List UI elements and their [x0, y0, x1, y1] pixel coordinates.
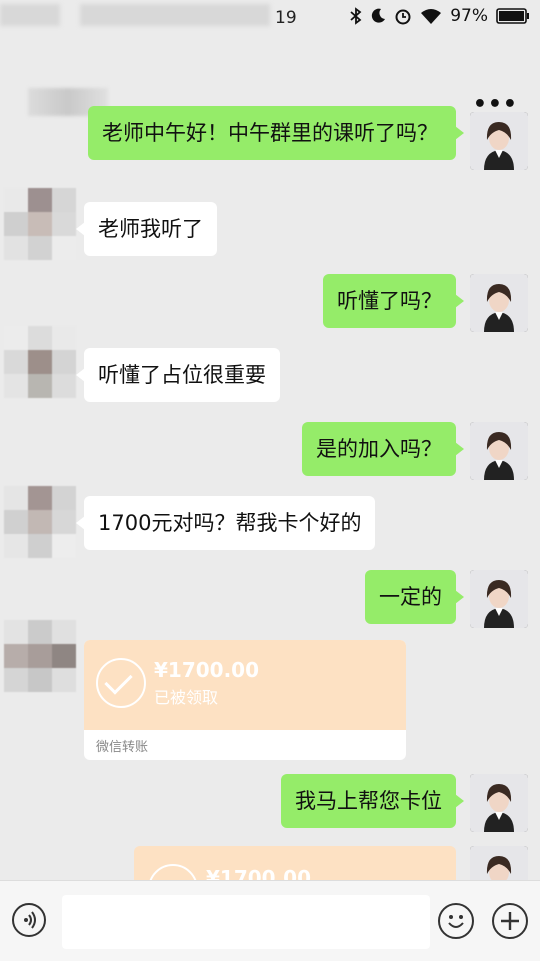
transfer-amount: ¥1700.00: [206, 866, 312, 880]
message-row: 老师中午好！中午群里的课听了吗？: [0, 106, 540, 190]
transfer-amount: ¥1700.00: [154, 658, 260, 682]
incoming-bubble: 听懂了占位很重要: [76, 348, 280, 402]
outgoing-bubble: 我马上帮您卡位: [281, 774, 464, 828]
smiley-icon: [448, 915, 464, 928]
message-row: 我马上帮您卡位: [0, 774, 540, 838]
message-input[interactable]: [62, 895, 430, 949]
blurred-carrier: [80, 4, 270, 26]
bluetooth-icon: [350, 7, 362, 25]
voice-button[interactable]: [12, 903, 46, 937]
self-avatar[interactable]: [470, 774, 528, 832]
battery-icon: [496, 8, 529, 24]
emoji-button[interactable]: [438, 903, 474, 939]
battery-percent: 97%: [450, 6, 488, 26]
message-row: 老师我听了: [0, 188, 540, 270]
message-row: 听懂了占位很重要: [0, 326, 540, 418]
transfer-card[interactable]: ¥1700.00 已被领取 微信转账: [84, 640, 406, 760]
outgoing-bubble: 是的加入吗？: [302, 422, 464, 476]
contact-avatar[interactable]: [4, 326, 76, 398]
outgoing-bubble: 听懂了吗？: [323, 274, 464, 328]
message-row: 一定的: [0, 568, 540, 632]
message-row: ¥1700.00 已被领取 微信转账: [0, 620, 540, 764]
self-avatar[interactable]: [470, 422, 528, 480]
transfer-status: 已被领取: [154, 688, 219, 707]
transfer-card-partial[interactable]: ¥1700.00: [134, 846, 456, 880]
message-row: 听懂了吗？: [0, 274, 540, 338]
outgoing-bubble: 一定的: [365, 570, 464, 624]
blurred-carrier: [0, 4, 60, 26]
contact-avatar[interactable]: [4, 620, 76, 692]
check-icon: [148, 864, 198, 880]
incoming-bubble: 老师我听了: [76, 202, 217, 256]
message-row: 是的加入吗？: [0, 420, 540, 484]
self-avatar[interactable]: [470, 112, 528, 170]
contact-avatar[interactable]: [4, 188, 76, 260]
self-avatar[interactable]: [470, 274, 528, 332]
check-icon: [96, 658, 146, 708]
message-row: ¥1700.00: [0, 846, 540, 880]
incoming-bubble: 1700元对吗？帮我卡个好的: [75, 496, 376, 550]
wifi-icon: [421, 9, 442, 24]
status-icons: 97%: [350, 6, 530, 26]
chat-header: •••: [0, 36, 540, 117]
voice-icon: [24, 911, 36, 929]
plus-icon: [501, 912, 519, 930]
status-time: 19: [275, 8, 297, 28]
message-row: 1700元对吗？帮我卡个好的: [0, 486, 540, 566]
moon-icon: [372, 8, 386, 23]
status-bar: 19 97%: [0, 0, 540, 36]
more-actions-button[interactable]: [492, 903, 528, 939]
outgoing-bubble: 老师中午好！中午群里的课听了吗？: [88, 106, 464, 160]
contact-avatar[interactable]: [4, 486, 76, 558]
transfer-footer: 微信转账: [96, 740, 149, 755]
message-list[interactable]: 老师中午好！中午群里的课听了吗？ 老师我听了 听懂了吗？ 听懂了占位很重要 是的…: [0, 100, 540, 880]
alarm-icon: [395, 9, 411, 25]
self-avatar[interactable]: [470, 570, 528, 628]
self-avatar[interactable]: [470, 846, 528, 880]
input-bar: [0, 880, 540, 961]
